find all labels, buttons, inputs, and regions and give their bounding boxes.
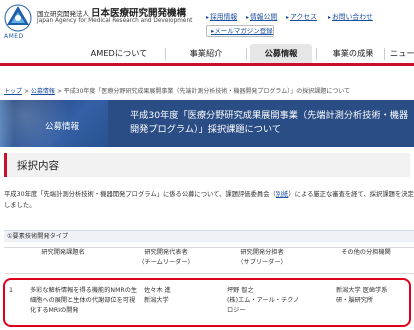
breadcrumb-separator: > (56, 88, 64, 95)
column-header-other-institutions: その他の分担機関 (341, 249, 391, 256)
recruit-link[interactable]: ▸採用情報 (206, 11, 237, 21)
nav-divider (165, 48, 166, 60)
appendix-link[interactable]: 別紙 (276, 191, 289, 198)
nav-item-about[interactable]: AMEDについて (80, 44, 158, 63)
section-heading: 採択内容 (4, 153, 410, 177)
breadcrumb-parent-link[interactable]: 公募情報 (31, 88, 55, 95)
arrow-right-icon: ▸ (246, 14, 250, 21)
nav-divider (384, 48, 385, 60)
table-title: ①要素技術開発タイプ (4, 230, 414, 242)
nav-divider (316, 48, 317, 60)
org-prefix: 国立研究開発法人 (37, 10, 89, 18)
page-banner: 公募情報 平成30年度「医療分野研究成果展開事業（先端計測分析技術・機器開発プロ… (0, 100, 414, 147)
nav-divider (246, 48, 247, 60)
highlight-annotation-box (3, 278, 411, 327)
global-nav: AMEDについて 事業紹介 公募情報 事業の成果 ニュー (0, 44, 414, 66)
page: AMED 国立研究開発法人 日本医療研究開発機構 Japan Agency for… (0, 0, 414, 330)
org-name[interactable]: 国立研究開発法人 日本医療研究開発機構 (37, 5, 186, 19)
section-heading-text: 採択内容 (17, 160, 59, 172)
column-header-leader: 研究開発代表者 （チームリーダー） (138, 249, 194, 266)
breadcrumb: トップ > 公募情報 > 平成30年度「医療分野研究成果展開事業（先端計測分析技… (4, 86, 350, 95)
org-english-name: Japan Agency for Medical Research and De… (37, 18, 193, 24)
table-divider (4, 273, 414, 274)
nav-item-news[interactable]: ニュー (390, 44, 414, 63)
banner-section-label: 公募情報 (45, 122, 80, 132)
breadcrumb-current: 平成30年度「医療分野研究成果展開事業（先端計測分析技術・機器開発プログラム）」… (63, 88, 351, 95)
intro-paragraph: 平成30年度「先端計測分析技術・機器開発プログラム」に係る公募について、課題評価… (4, 190, 414, 211)
table-divider (4, 247, 414, 248)
intro-text: 平成30年度「先端計測分析技術・機器開発プログラム」に係る公募について、課題評価… (4, 191, 276, 198)
contact-link[interactable]: ▸お問い合わせ (328, 11, 373, 21)
arrow-right-icon: ▸ (328, 14, 332, 21)
breadcrumb-home-link[interactable]: トップ (4, 88, 22, 95)
logo-caption: AMED (4, 33, 24, 40)
amed-logo-icon[interactable] (4, 4, 32, 32)
access-link[interactable]: ▸アクセス (286, 11, 317, 21)
arrow-right-icon: ▸ (286, 14, 290, 21)
nav-item-public-offering[interactable]: 公募情報 (250, 44, 312, 63)
disclosure-link[interactable]: ▸情報公開 (246, 11, 277, 21)
nav-item-projects[interactable]: 事業紹介 (172, 44, 240, 63)
mail-magazine-button[interactable]: ▸メールマガジン登録 (206, 25, 274, 37)
arrow-right-icon: ▸ (206, 14, 210, 21)
nav-item-results[interactable]: 事業の成果 (322, 44, 384, 63)
column-header-title: 研究開発課題名 (41, 249, 85, 256)
breadcrumb-separator: > (23, 88, 31, 95)
banner-title: 平成30年度「医療分野研究成果展開事業（先端計測分析技術・機器開発プログラム）」… (130, 110, 409, 135)
site-header: AMED 国立研究開発法人 日本医療研究開発機構 Japan Agency for… (0, 0, 414, 44)
column-header-subleader: 研究開発分担者 （サブリーダー） (237, 249, 287, 266)
